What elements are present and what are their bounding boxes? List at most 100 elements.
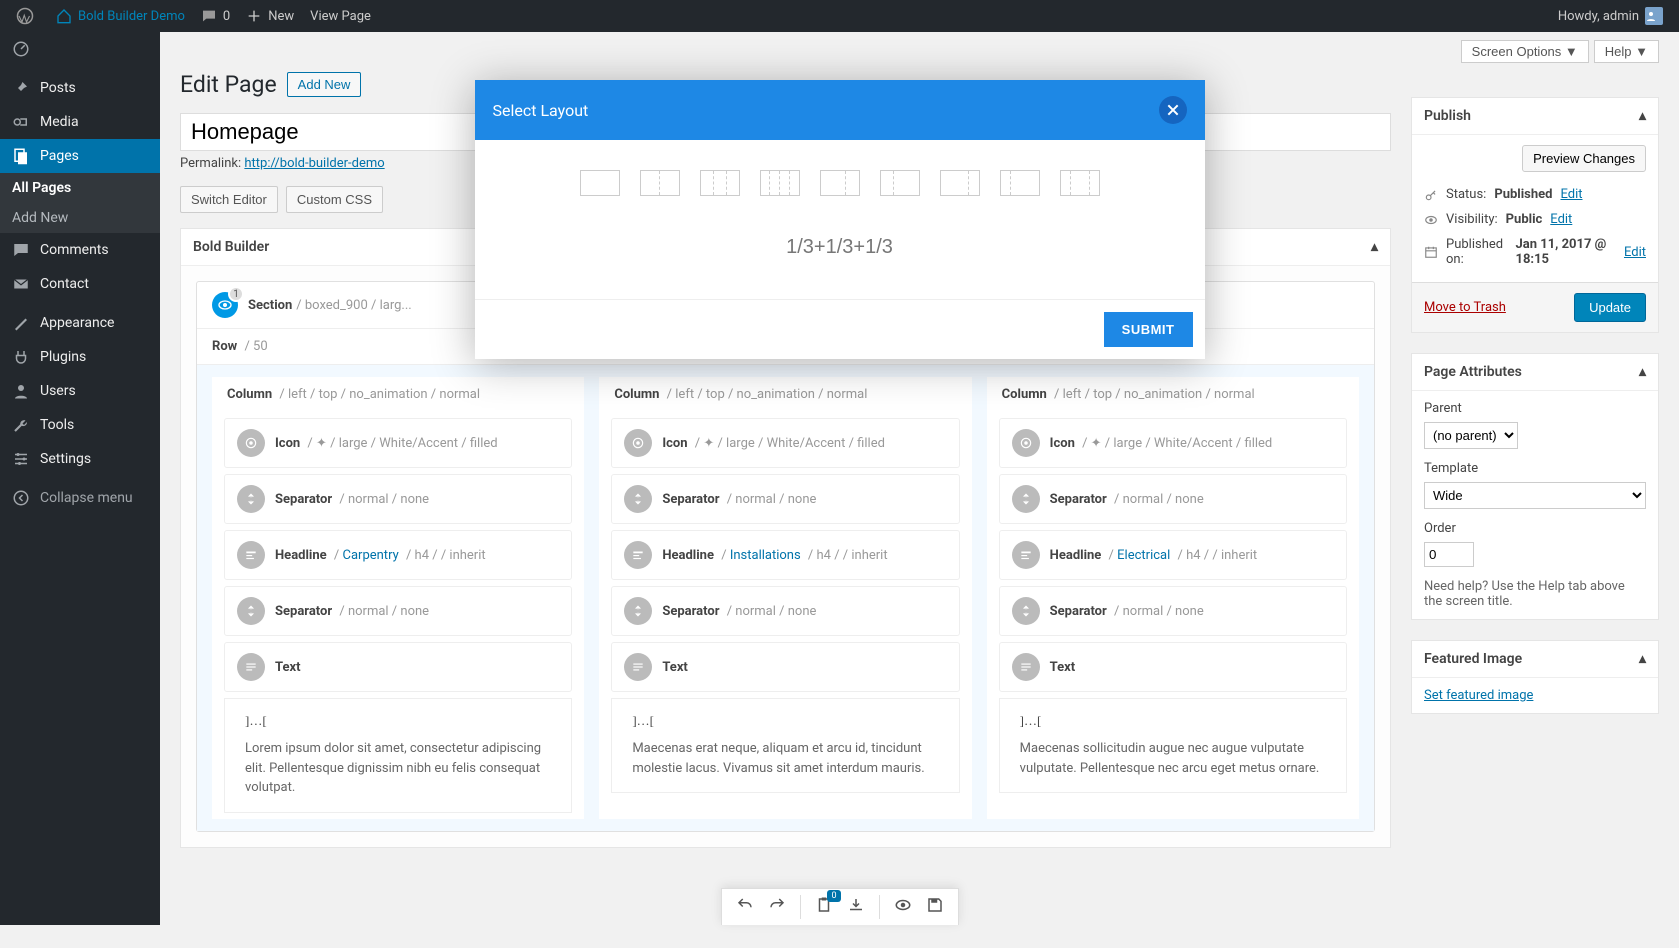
- layout-1-3[interactable]: [1000, 170, 1040, 196]
- section-visibility-toggle[interactable]: 1: [212, 292, 238, 318]
- box-toggle[interactable]: ▴: [1639, 108, 1646, 124]
- publish-box: Publish ▴ Preview Changes Status: Publis…: [1411, 97, 1659, 333]
- builder-title: Bold Builder: [193, 239, 269, 255]
- icon-element[interactable]: Icon / ✦ / large / White/Accent / filled: [999, 418, 1347, 468]
- box-toggle[interactable]: ▴: [1639, 364, 1646, 380]
- section-block[interactable]: 1 Section / boxed_900 / larg... Row / 50…: [196, 281, 1375, 832]
- media-icon: [12, 113, 30, 131]
- save-builder-button[interactable]: [926, 896, 944, 918]
- close-icon: [1165, 102, 1181, 118]
- sidebar-item-tools[interactable]: Tools: [0, 408, 160, 442]
- icon-element[interactable]: Icon / ✦ / large / White/Accent / filled: [224, 418, 572, 468]
- avatar-icon: [1645, 10, 1657, 22]
- sidebar-item-posts[interactable]: Posts: [0, 71, 160, 105]
- key-icon: [1424, 188, 1438, 202]
- import-button[interactable]: [847, 896, 865, 918]
- column-block[interactable]: Column / left / top / no_animation / nor…: [599, 377, 971, 819]
- submenu-add-new[interactable]: Add New: [0, 203, 160, 233]
- layout-1-2-1[interactable]: [1060, 170, 1100, 196]
- column-block[interactable]: Column / left / top / no_animation / nor…: [212, 377, 584, 819]
- separator-element[interactable]: Separator / normal / none: [224, 474, 572, 524]
- text-element[interactable]: Text: [224, 642, 572, 692]
- text-content[interactable]: ]…[ Maecenas sollicitudin augue nec augu…: [999, 698, 1347, 793]
- comments-link[interactable]: 0: [193, 0, 238, 32]
- switch-editor-button[interactable]: Switch Editor: [180, 186, 278, 213]
- headline-element[interactable]: Headline / Electrical / h4 / / inherit: [999, 530, 1347, 580]
- edit-visibility-link[interactable]: Edit: [1550, 212, 1572, 227]
- appearance-label: Appearance: [40, 315, 114, 331]
- layout-3-1[interactable]: [940, 170, 980, 196]
- text-element[interactable]: Text: [611, 642, 959, 692]
- layout-1-col[interactable]: [580, 170, 620, 196]
- sidebar-item-settings[interactable]: Settings: [0, 442, 160, 476]
- pin-icon: [12, 79, 30, 97]
- calendar-icon: [1424, 245, 1438, 259]
- layout-1-2[interactable]: [880, 170, 920, 196]
- wp-logo[interactable]: [8, 0, 48, 32]
- sidebar-collapse[interactable]: Collapse menu: [0, 481, 160, 515]
- new-link[interactable]: New: [238, 0, 302, 32]
- add-new-button[interactable]: Add New: [287, 72, 362, 97]
- preview-builder-button[interactable]: [894, 896, 912, 918]
- edit-date-link[interactable]: Edit: [1624, 245, 1646, 260]
- update-button[interactable]: Update: [1574, 293, 1646, 322]
- order-input[interactable]: [1424, 542, 1474, 567]
- text-content[interactable]: ]…[ Maecenas erat neque, aliquam et arcu…: [611, 698, 959, 793]
- permalink-link[interactable]: http://bold-builder-demo: [244, 156, 384, 171]
- parent-select[interactable]: (no parent): [1424, 422, 1518, 449]
- text-content[interactable]: ]…[ Lorem ipsum dolor sit amet, consecte…: [224, 698, 572, 813]
- separator-element[interactable]: Separator / normal / none: [611, 586, 959, 636]
- redo-button[interactable]: [768, 896, 786, 918]
- sidebar-item-pages[interactable]: Pages: [0, 139, 160, 173]
- screen-options-button[interactable]: Screen Options ▼: [1461, 40, 1589, 63]
- sidebar-item-contact[interactable]: Contact: [0, 267, 160, 301]
- modal-close-button[interactable]: [1159, 96, 1187, 124]
- separator-element[interactable]: Separator / normal / none: [999, 474, 1347, 524]
- custom-css-button[interactable]: Custom CSS: [286, 186, 383, 213]
- submenu-all-pages[interactable]: All Pages: [0, 173, 160, 203]
- edit-status-link[interactable]: Edit: [1560, 187, 1582, 202]
- separator-element[interactable]: Separator / normal / none: [611, 474, 959, 524]
- layout-input[interactable]: [515, 226, 1165, 269]
- headline-element[interactable]: Headline / Carpentry / h4 / / inherit: [224, 530, 572, 580]
- layout-2-1[interactable]: [820, 170, 860, 196]
- users-label: Users: [40, 383, 76, 399]
- media-label: Media: [40, 114, 79, 130]
- modal-submit-button[interactable]: SUBMIT: [1104, 312, 1193, 347]
- trash-link[interactable]: Move to Trash: [1424, 300, 1506, 315]
- sidebar-item-comments[interactable]: Comments: [0, 233, 160, 267]
- set-featured-link[interactable]: Set featured image: [1424, 688, 1533, 703]
- site-name-link[interactable]: Bold Builder Demo: [48, 0, 193, 32]
- icon-element[interactable]: Icon / ✦ / large / White/Accent / filled: [611, 418, 959, 468]
- layout-3-col[interactable]: [700, 170, 740, 196]
- sidebar-item-appearance[interactable]: Appearance: [0, 306, 160, 340]
- separator-element[interactable]: Separator / normal / none: [999, 586, 1347, 636]
- sidebar-item-media[interactable]: Media: [0, 105, 160, 139]
- comments-label: Comments: [40, 242, 109, 258]
- clipboard-button[interactable]: 0: [815, 896, 833, 918]
- preview-button[interactable]: Preview Changes: [1522, 145, 1646, 172]
- template-select[interactable]: Wide: [1424, 482, 1646, 509]
- text-element[interactable]: Text: [999, 642, 1347, 692]
- sidebar-item-users[interactable]: Users: [0, 374, 160, 408]
- box-toggle[interactable]: ▴: [1639, 651, 1646, 667]
- comment-icon: [12, 241, 30, 259]
- separator-element[interactable]: Separator / normal / none: [224, 586, 572, 636]
- sidebar-item-plugins[interactable]: Plugins: [0, 340, 160, 374]
- column-block[interactable]: Column / left / top / no_animation / nor…: [987, 377, 1359, 819]
- section-meta: / boxed_900 / larg...: [296, 298, 411, 313]
- howdy-link[interactable]: Howdy, admin: [1550, 0, 1671, 32]
- panel-toggle[interactable]: ▴: [1371, 239, 1378, 255]
- pages-icon: [12, 147, 30, 165]
- help-button[interactable]: Help ▼: [1594, 40, 1659, 63]
- import-icon: [847, 896, 865, 914]
- layout-2-col[interactable]: [640, 170, 680, 196]
- separator-icon: [624, 597, 652, 625]
- eye-icon: [894, 896, 912, 914]
- headline-element[interactable]: Headline / Installations / h4 / / inheri…: [611, 530, 959, 580]
- text-icon: [1012, 653, 1040, 681]
- view-page-link[interactable]: View Page: [302, 0, 379, 32]
- sidebar-item-dashboard[interactable]: [0, 32, 160, 66]
- undo-button[interactable]: [736, 896, 754, 918]
- layout-4-col[interactable]: [760, 170, 800, 196]
